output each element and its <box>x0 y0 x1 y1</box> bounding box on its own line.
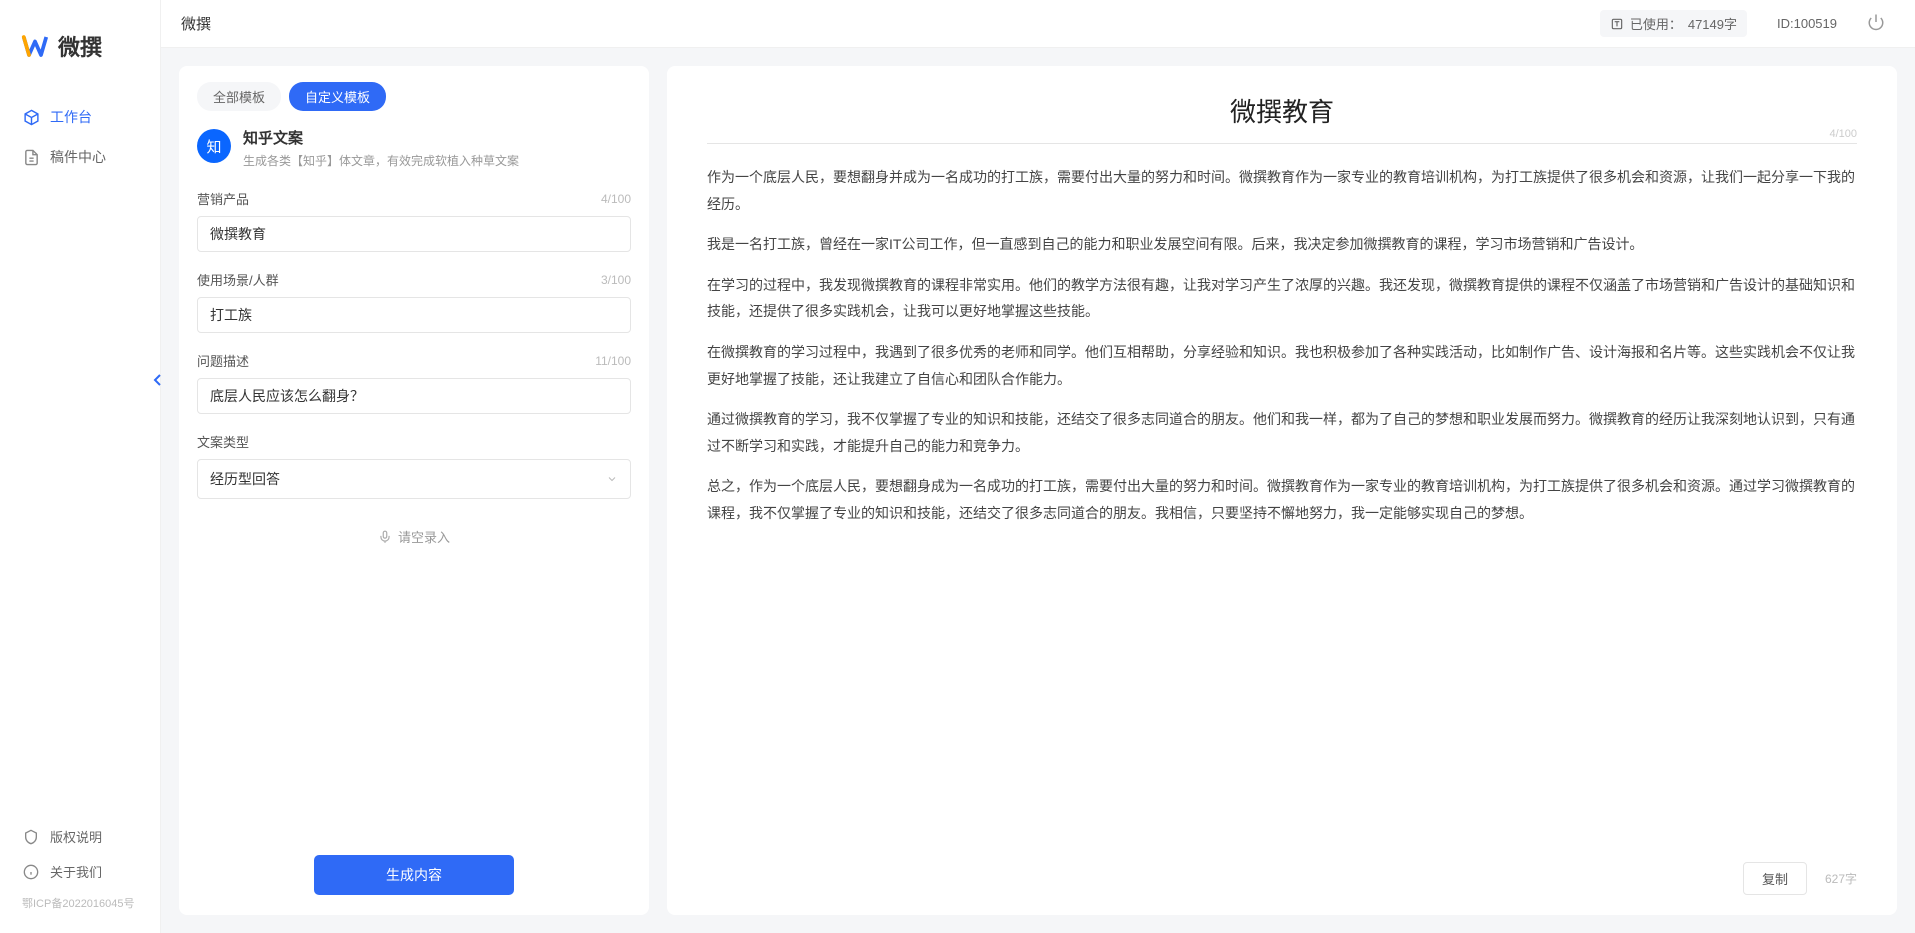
tab-custom-templates[interactable]: 自定义模板 <box>289 82 386 111</box>
template-icon: 知 <box>197 129 231 163</box>
scene-input[interactable] <box>197 297 631 333</box>
sidebar-collapse-handle[interactable] <box>151 370 165 390</box>
product-label: 营销产品 <box>197 189 249 208</box>
sidebar-item-drafts[interactable]: 稿件中心 <box>0 137 160 177</box>
problem-count: 11/100 <box>595 354 631 368</box>
output-footer: 复制 627字 <box>667 852 1897 915</box>
problem-label: 问题描述 <box>197 351 249 370</box>
footer-label: 关于我们 <box>50 862 102 881</box>
topbar: 微撰 已使用： 47149字 ID:100519 <box>161 0 1915 48</box>
product-input[interactable] <box>197 216 631 252</box>
tab-all-templates[interactable]: 全部模板 <box>197 82 281 111</box>
page-title: 微撰 <box>181 13 211 34</box>
topbar-right: 已使用： 47149字 ID:100519 <box>1600 10 1885 37</box>
output-paragraph: 在学习的过程中，我发现微撰教育的课程非常实用。他们的教学方法很有趣，让我对学习产… <box>707 272 1857 325</box>
field-type: 文案类型 经历型回答 <box>197 432 631 499</box>
scene-count: 3/100 <box>601 273 631 287</box>
logo-icon <box>20 31 50 61</box>
voice-input[interactable]: 请空录入 <box>197 517 631 556</box>
mic-icon <box>378 530 392 544</box>
power-icon[interactable] <box>1867 13 1885 34</box>
output-panel: 微撰教育 4/100 作为一个底层人民，要想翻身并成为一名成功的打工族，需要付出… <box>667 66 1897 915</box>
field-scene: 使用场景/人群 3/100 <box>197 270 631 333</box>
logo[interactable]: 微撰 <box>0 0 160 87</box>
output-paragraph: 我是一名打工族，曾经在一家IT公司工作，但一直感到自己的能力和职业发展空间有限。… <box>707 231 1857 258</box>
document-icon <box>22 148 40 166</box>
usage-badge[interactable]: 已使用： 47149字 <box>1600 10 1747 37</box>
nav: 工作台 稿件中心 <box>0 87 160 804</box>
copy-button[interactable]: 复制 <box>1743 862 1807 895</box>
form-footer: 生成内容 <box>179 839 649 915</box>
output-paragraph: 在微撰教育的学习过程中，我遇到了很多优秀的老师和同学。他们互相帮助，分享经验和知… <box>707 339 1857 392</box>
sidebar-item-about[interactable]: 关于我们 <box>0 854 160 889</box>
output-body[interactable]: 作为一个底层人民，要想翻身并成为一名成功的打工族，需要付出大量的努力和时间。微撰… <box>667 154 1897 852</box>
problem-input[interactable] <box>197 378 631 414</box>
user-id: ID:100519 <box>1777 16 1837 31</box>
type-label: 文案类型 <box>197 432 249 451</box>
nav-label: 稿件中心 <box>50 147 106 167</box>
generate-button[interactable]: 生成内容 <box>314 855 514 895</box>
template-tabs: 全部模板 自定义模板 <box>179 66 649 121</box>
output-title: 微撰教育 <box>707 92 1857 144</box>
sidebar-item-copyright[interactable]: 版权说明 <box>0 819 160 854</box>
shield-icon <box>22 828 40 846</box>
logo-text: 微撰 <box>58 30 102 62</box>
template-desc: 生成各类【知乎】体文章，有效完成软植入种草文案 <box>243 152 519 169</box>
type-value: 经历型回答 <box>210 469 280 489</box>
nav-label: 工作台 <box>50 107 92 127</box>
chevron-down-icon <box>606 473 618 485</box>
output-paragraph: 总之，作为一个底层人民，要想翻身成为一名成功的打工族，需要付出大量的努力和时间。… <box>707 473 1857 526</box>
form-panel: 全部模板 自定义模板 知 知乎文案 生成各类【知乎】体文章，有效完成软植入种草文… <box>179 66 649 915</box>
cube-icon <box>22 108 40 126</box>
usage-label: 已使用： <box>1630 14 1682 33</box>
type-select[interactable]: 经历型回答 <box>197 459 631 499</box>
scene-label: 使用场景/人群 <box>197 270 279 289</box>
form: 营销产品 4/100 使用场景/人群 3/100 <box>179 185 649 839</box>
product-count: 4/100 <box>601 192 631 206</box>
field-product: 营销产品 4/100 <box>197 189 631 252</box>
field-problem: 问题描述 11/100 <box>197 351 631 414</box>
sidebar-footer: 版权说明 关于我们 鄂ICP备2022016045号 <box>0 804 160 933</box>
template-info: 知乎文案 生成各类【知乎】体文章，有效完成软植入种草文案 <box>243 127 519 169</box>
output-paragraph: 作为一个底层人民，要想翻身并成为一名成功的打工族，需要付出大量的努力和时间。微撰… <box>707 164 1857 217</box>
output-header: 微撰教育 4/100 <box>667 66 1897 154</box>
main: 微撰 已使用： 47149字 ID:100519 全部模板 自定义模板 <box>161 0 1915 933</box>
recording-text: 请空录入 <box>398 527 450 546</box>
footer-label: 版权说明 <box>50 827 102 846</box>
title-count: 4/100 <box>1829 128 1857 140</box>
sidebar: 微撰 工作台 稿件中心 版权说明 <box>0 0 161 933</box>
template-name: 知乎文案 <box>243 127 519 148</box>
text-icon <box>1610 17 1624 31</box>
copyright-text: 鄂ICP备2022016045号 <box>0 889 160 923</box>
sidebar-item-workspace[interactable]: 工作台 <box>0 97 160 137</box>
word-count: 627字 <box>1825 870 1857 887</box>
output-paragraph: 通过微撰教育的学习，我不仅掌握了专业的知识和技能，还结交了很多志同道合的朋友。他… <box>707 406 1857 459</box>
template-header: 知 知乎文案 生成各类【知乎】体文章，有效完成软植入种草文案 <box>179 121 649 185</box>
usage-value: 47149字 <box>1688 14 1737 33</box>
info-icon <box>22 863 40 881</box>
content: 全部模板 自定义模板 知 知乎文案 生成各类【知乎】体文章，有效完成软植入种草文… <box>161 48 1915 933</box>
